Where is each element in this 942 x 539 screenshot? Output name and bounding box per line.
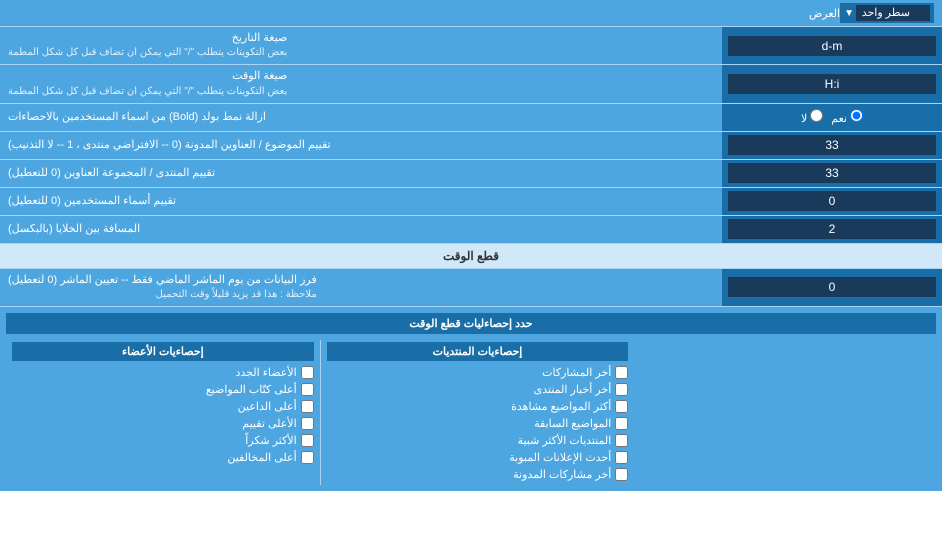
- forum-stats-header: إحصاءيات المنتديات: [327, 342, 629, 361]
- stat-item-member-0: الأعضاء الجدد: [12, 364, 314, 381]
- time-cut-sublabel: ملاحظة : هذا قد يزيد قليلاً وقت التحميل: [8, 288, 317, 302]
- stat-item-member-3: الأعلى تقييم: [12, 415, 314, 432]
- bold-yes-label: نعم: [831, 109, 863, 125]
- stat-checkbox-member-3[interactable]: [301, 417, 314, 430]
- stat-label-member-2: أعلى الداعين: [238, 400, 297, 413]
- forum-order-input[interactable]: 33: [728, 163, 936, 183]
- stat-label-member-3: الأعلى تقييم: [242, 417, 296, 430]
- stat-checkbox-member-1[interactable]: [301, 383, 314, 396]
- stat-label-member-0: الأعضاء الجدد: [235, 366, 296, 379]
- spacing-label: المسافة بين الخلايا (بالبكسل): [0, 216, 722, 243]
- stat-label-member-4: الأكثر شكراً: [245, 434, 296, 447]
- stat-checkbox-forum-5[interactable]: [615, 451, 628, 464]
- stat-item-member-2: أعلى الداعين: [12, 398, 314, 415]
- display-select-wrapper[interactable]: سطر واحد سطرين ثلاثة أسطر ▼: [840, 3, 934, 23]
- time-format-input[interactable]: H:i: [728, 74, 936, 94]
- bold-no-radio[interactable]: [810, 109, 823, 122]
- stats-title: حدد إحصاءليات قطع الوقت: [6, 313, 936, 334]
- stat-item-forum-5: أحدث الإعلانات المبوبة: [327, 449, 629, 466]
- date-format-input[interactable]: d-m: [728, 36, 936, 56]
- stat-item-forum-4: المنتديات الأكثر شبية: [327, 432, 629, 449]
- user-order-input[interactable]: 0: [728, 191, 936, 211]
- time-format-title: صيغة الوقت: [8, 69, 287, 84]
- time-cut-label: فرز البيانات من يوم الماشر الماضي فقط --…: [0, 269, 722, 306]
- spacing-row: 2 المسافة بين الخلايا (بالبكسل): [0, 216, 942, 244]
- bold-remove-label: ازالة نمط بولد (Bold) من اسماء المستخدمي…: [0, 104, 722, 131]
- bold-yes-radio[interactable]: [850, 109, 863, 122]
- spacing-input-cell[interactable]: 2: [722, 216, 942, 243]
- stat-checkbox-member-2[interactable]: [301, 400, 314, 413]
- member-stats-col: إحصاءيات الأعضاء الأعضاء الجدد أعلى كتّا…: [6, 340, 320, 485]
- time-format-label: صيغة الوقت بعض التكوينات يتطلب "/" التي …: [0, 65, 722, 102]
- time-cut-section-header: قطع الوقت: [0, 244, 942, 269]
- stat-checkbox-forum-2[interactable]: [615, 400, 628, 413]
- bold-remove-row: نعم لا ازالة نمط بولد (Bold) من اسماء ال…: [0, 104, 942, 132]
- topic-order-label: تقييم الموضوع / العناوين المدونة (0 -- ا…: [0, 132, 722, 159]
- stat-label-member-5: أعلى المخالفين: [227, 451, 296, 464]
- bold-remove-input-cell[interactable]: نعم لا: [722, 104, 942, 131]
- forum-order-label: تقييم المنتدى / المجموعة العناوين (0 للت…: [0, 160, 722, 187]
- stat-checkbox-member-4[interactable]: [301, 434, 314, 447]
- user-order-input-cell[interactable]: 0: [722, 188, 942, 215]
- stat-label-forum-3: المواضيع السابقة: [534, 417, 611, 430]
- stat-item-member-1: أعلى كتّاب المواضيع: [12, 381, 314, 398]
- stat-item-forum-6: أخر مشاركات المدونة: [327, 466, 629, 483]
- bold-no-label: لا: [801, 109, 823, 125]
- stat-checkbox-forum-3[interactable]: [615, 417, 628, 430]
- time-format-input-cell[interactable]: H:i: [722, 65, 942, 102]
- stat-item-member-4: الأكثر شكراً: [12, 432, 314, 449]
- stat-checkbox-member-5[interactable]: [301, 451, 314, 464]
- stat-label-forum-0: أخر المشاركات: [542, 366, 611, 379]
- stat-checkbox-forum-4[interactable]: [615, 434, 628, 447]
- page-wrapper: سطر واحد سطرين ثلاثة أسطر ▼ العرض d-m صي…: [0, 0, 942, 491]
- time-cut-input-cell[interactable]: 0: [722, 269, 942, 306]
- date-format-title: صيغة التاريخ: [8, 31, 287, 46]
- forum-stats-col: إحصاءيات المنتديات أخر المشاركات أخر أخب…: [320, 340, 635, 485]
- stat-checkbox-forum-0[interactable]: [615, 366, 628, 379]
- stat-label-forum-4: المنتديات الأكثر شبية: [518, 434, 612, 447]
- display-label: العرض: [8, 7, 840, 20]
- topic-order-input[interactable]: 33: [728, 135, 936, 155]
- date-format-input-cell[interactable]: d-m: [722, 27, 942, 64]
- forum-order-input-cell[interactable]: 33: [722, 160, 942, 187]
- time-format-sublabel: بعض التكوينات يتطلب "/" التي يمكن ان تضا…: [8, 85, 287, 99]
- stat-item-forum-0: أخر المشاركات: [327, 364, 629, 381]
- checkbox-columns: إحصاءيات المنتديات أخر المشاركات أخر أخب…: [6, 340, 936, 485]
- date-format-sublabel: بعض التكوينات يتطلب "/" التي يمكن ان تضا…: [8, 46, 287, 60]
- stat-item-forum-1: أخر أخبار المنتدى: [327, 381, 629, 398]
- stat-item-forum-3: المواضيع السابقة: [327, 415, 629, 432]
- stat-item-member-5: أعلى المخالفين: [12, 449, 314, 466]
- header-row: سطر واحد سطرين ثلاثة أسطر ▼ العرض: [0, 0, 942, 27]
- date-format-row: d-m صيغة التاريخ بعض التكوينات يتطلب "/"…: [0, 27, 942, 65]
- stat-checkbox-member-0[interactable]: [301, 366, 314, 379]
- time-cut-title: قطع الوقت: [443, 249, 499, 263]
- time-format-row: H:i صيغة الوقت بعض التكوينات يتطلب "/" ا…: [0, 65, 942, 103]
- time-cut-main-label: فرز البيانات من يوم الماشر الماضي فقط --…: [8, 273, 317, 288]
- bold-radio-group: نعم لا: [801, 109, 863, 125]
- stat-label-forum-5: أحدث الإعلانات المبوبة: [509, 451, 611, 464]
- time-cut-input[interactable]: 0: [728, 277, 936, 297]
- stat-label-forum-2: أكثر المواضيع مشاهدة: [511, 400, 611, 413]
- stat-label-forum-6: أخر مشاركات المدونة: [513, 468, 611, 481]
- member-stats-header: إحصاءيات الأعضاء: [12, 342, 314, 361]
- date-format-label: صيغة التاريخ بعض التكوينات يتطلب "/" الت…: [0, 27, 722, 64]
- time-cut-row: 0 فرز البيانات من يوم الماشر الماضي فقط …: [0, 269, 942, 307]
- stats-section: حدد إحصاءليات قطع الوقت إحصاءيات المنتدي…: [0, 307, 942, 491]
- user-order-label: تقييم أسماء المستخدمين (0 للتعطيل): [0, 188, 722, 215]
- stat-item-forum-2: أكثر المواضيع مشاهدة: [327, 398, 629, 415]
- forum-order-row: 33 تقييم المنتدى / المجموعة العناوين (0 …: [0, 160, 942, 188]
- dropdown-arrow-icon: ▼: [844, 8, 854, 19]
- stat-label-member-1: أعلى كتّاب المواضيع: [206, 383, 297, 396]
- stats-label-col: [634, 340, 936, 485]
- spacing-input[interactable]: 2: [728, 219, 936, 239]
- user-order-row: 0 تقييم أسماء المستخدمين (0 للتعطيل): [0, 188, 942, 216]
- stat-checkbox-forum-6[interactable]: [615, 468, 628, 481]
- topic-order-row: 33 تقييم الموضوع / العناوين المدونة (0 -…: [0, 132, 942, 160]
- stat-checkbox-forum-1[interactable]: [615, 383, 628, 396]
- topic-order-input-cell[interactable]: 33: [722, 132, 942, 159]
- stat-label-forum-1: أخر أخبار المنتدى: [534, 383, 612, 396]
- display-select[interactable]: سطر واحد سطرين ثلاثة أسطر: [856, 5, 930, 21]
